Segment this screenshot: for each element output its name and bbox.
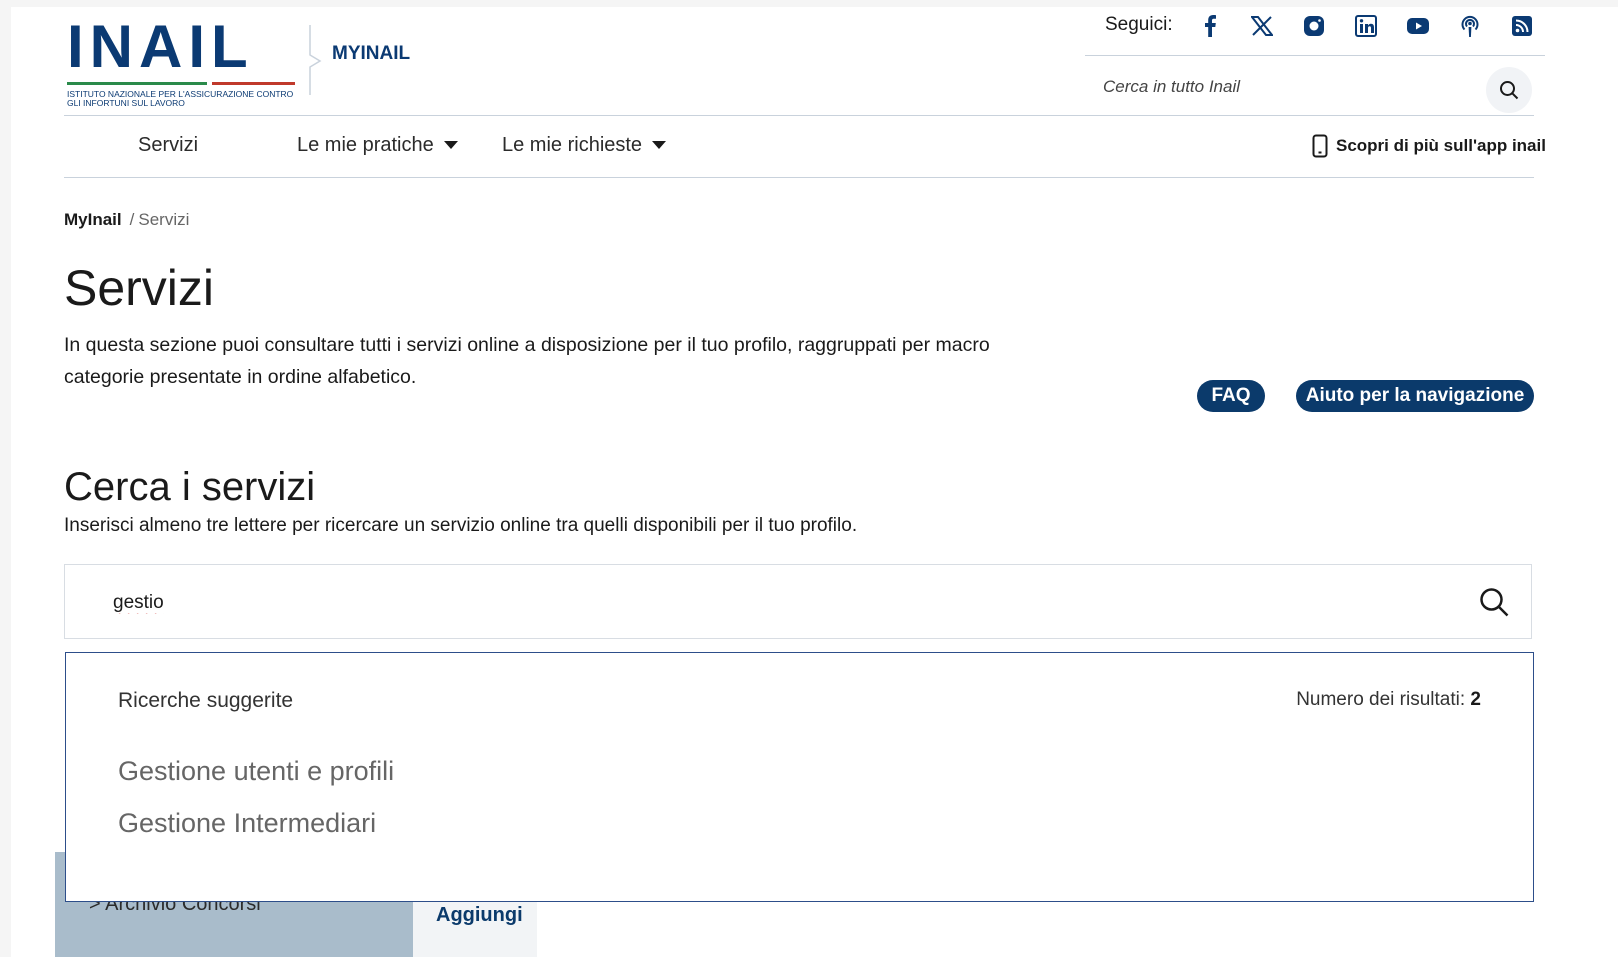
faq-button[interactable]: FAQ [1197, 380, 1265, 412]
suggestions-dropdown: Ricerche suggerite Numero dei risultati:… [65, 652, 1534, 902]
page: INAIL ISTITUTO NAZIONALE PER L'ASSICURAZ… [11, 7, 1618, 957]
podcast-icon[interactable] [1444, 13, 1496, 39]
logo-red-bar [212, 82, 295, 85]
social-links [1184, 13, 1548, 39]
service-search-box [64, 564, 1532, 639]
breadcrumb-separator: / [129, 210, 135, 229]
add-button[interactable]: Aggiungi [436, 904, 523, 927]
brand-separator-icon [309, 25, 322, 95]
logo-subtitle: ISTITUTO NAZIONALE PER L'ASSICURAZIONE C… [67, 89, 294, 108]
nav-divider-top [64, 115, 1534, 116]
suggestions-list: Gestione utenti e profili Gestione Inter… [118, 753, 394, 857]
breadcrumb-home[interactable]: MyInail [64, 210, 122, 229]
page-title: Servizi [64, 260, 215, 316]
facebook-icon[interactable] [1184, 13, 1236, 39]
nav-item-servizi[interactable]: Servizi [138, 134, 198, 157]
results-count: Numero dei risultati: 2 [1296, 689, 1481, 711]
header-divider [1085, 55, 1545, 56]
suggestion-item[interactable]: Gestione Intermediari [118, 805, 394, 857]
service-search-button[interactable] [1475, 583, 1513, 621]
youtube-icon[interactable] [1392, 13, 1444, 39]
service-search-hint: Inserisci almeno tre lettere per ricerca… [64, 515, 858, 536]
service-search-title: Cerca i servizi [64, 465, 316, 509]
caret-down-icon [652, 141, 667, 149]
app-link-label: Scopri di più sull'app inail [1336, 136, 1546, 155]
caret-down-icon [443, 141, 458, 149]
nav-item-label: Servizi [138, 134, 199, 156]
breadcrumb-current: Servizi [138, 210, 190, 229]
brand-name[interactable]: MYINAIL [332, 43, 410, 65]
suggestion-item[interactable]: Gestione utenti e profili [118, 753, 394, 805]
results-count-value: 2 [1470, 689, 1481, 710]
rss-icon[interactable] [1496, 13, 1548, 39]
nav-item-label: Le mie richieste [502, 134, 643, 156]
logo-wordmark: INAIL [67, 13, 254, 80]
navigation-help-button[interactable]: Aiuto per la navigazione [1296, 380, 1534, 412]
site-search-input[interactable]: Cerca in tutto Inail [1103, 77, 1240, 97]
linkedin-icon[interactable] [1340, 13, 1392, 39]
nav-item-le-mie-richieste[interactable]: Le mie richieste [502, 134, 667, 157]
x-icon[interactable] [1236, 13, 1288, 39]
app-link[interactable]: Scopri di più sull'app inail [1312, 134, 1546, 158]
results-count-label: Numero dei risultati: [1296, 689, 1466, 710]
smartphone-icon [1312, 134, 1328, 158]
instagram-icon[interactable] [1288, 13, 1340, 39]
search-icon [1480, 588, 1509, 617]
nav-item-le-mie-pratiche[interactable]: Le mie pratiche [297, 134, 458, 157]
inail-logo[interactable]: INAIL ISTITUTO NAZIONALE PER L'ASSICURAZ… [67, 13, 303, 108]
service-search-input[interactable] [111, 587, 1415, 619]
breadcrumb: MyInail / Servizi [64, 210, 189, 230]
suggestions-heading: Ricerche suggerite [118, 689, 294, 712]
page-description: In questa sezione puoi consultare tutti … [64, 334, 990, 388]
search-icon [1500, 81, 1519, 100]
follow-label: Seguici: [1105, 14, 1173, 35]
nav-divider-bottom [64, 177, 1534, 178]
nav-item-label: Le mie pratiche [297, 134, 434, 156]
logo-green-bar [67, 82, 207, 85]
site-search-button[interactable] [1486, 67, 1532, 113]
